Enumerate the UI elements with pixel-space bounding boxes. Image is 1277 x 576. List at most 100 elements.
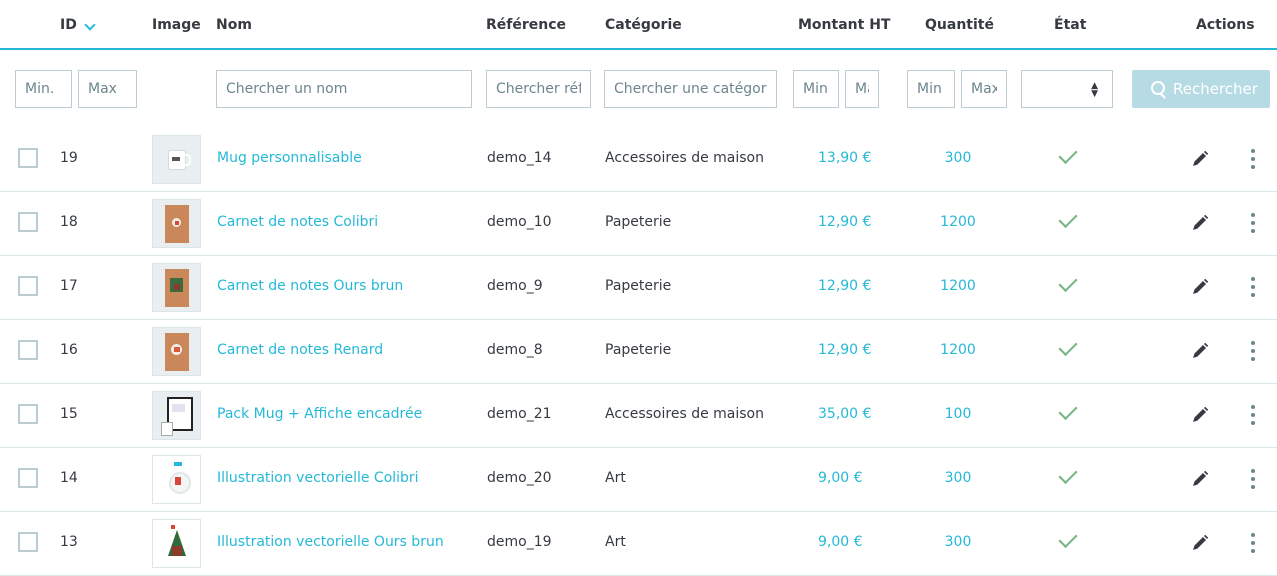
product-thumbnail[interactable] bbox=[152, 263, 201, 312]
product-list: 19 Mug personnalisable demo_14 Accessoir… bbox=[0, 128, 1277, 576]
product-quantity[interactable]: 1200 bbox=[939, 278, 977, 294]
product-thumbnail[interactable] bbox=[152, 327, 201, 376]
product-price[interactable]: 9,00 € bbox=[818, 470, 863, 486]
product-quantity[interactable]: 100 bbox=[939, 406, 977, 422]
product-thumbnail[interactable] bbox=[152, 199, 201, 248]
product-price[interactable]: 9,00 € bbox=[818, 534, 863, 550]
product-reference: demo_14 bbox=[487, 150, 552, 166]
product-id: 14 bbox=[60, 470, 78, 486]
id-max-input[interactable] bbox=[78, 70, 137, 108]
more-actions-icon[interactable] bbox=[1250, 469, 1256, 491]
status-filter-select[interactable]: ▲ ▼ bbox=[1021, 70, 1113, 108]
product-reference: demo_10 bbox=[487, 214, 552, 230]
product-name-link[interactable]: Carnet de notes Renard bbox=[217, 342, 383, 358]
more-actions-icon[interactable] bbox=[1250, 405, 1256, 427]
id-min-input[interactable] bbox=[15, 70, 72, 108]
column-header-quantity[interactable]: Quantité bbox=[925, 17, 994, 33]
product-quantity[interactable]: 300 bbox=[939, 470, 977, 486]
qty-min-input[interactable] bbox=[907, 70, 955, 108]
table-row: 18 Carnet de notes Colibri demo_10 Papet… bbox=[0, 192, 1277, 256]
column-header-id[interactable]: ID bbox=[60, 17, 77, 33]
product-thumbnail[interactable] bbox=[152, 455, 201, 504]
product-price[interactable]: 12,90 € bbox=[818, 214, 871, 230]
product-name-link[interactable]: Illustration vectorielle Ours brun bbox=[217, 534, 444, 550]
product-category: Papeterie bbox=[605, 342, 672, 358]
more-actions-icon[interactable] bbox=[1250, 213, 1256, 235]
product-name-link[interactable]: Pack Mug + Affiche encadrée bbox=[217, 406, 422, 422]
product-id: 19 bbox=[60, 150, 78, 166]
product-id: 18 bbox=[60, 214, 78, 230]
product-name-link[interactable]: Illustration vectorielle Colibri bbox=[217, 470, 419, 486]
product-name-link[interactable]: Carnet de notes Colibri bbox=[217, 214, 378, 230]
pencil-icon[interactable] bbox=[1190, 341, 1210, 361]
row-checkbox[interactable] bbox=[18, 468, 38, 488]
search-button[interactable]: Rechercher bbox=[1132, 70, 1270, 108]
pencil-icon[interactable] bbox=[1190, 277, 1210, 297]
product-price[interactable]: 12,90 € bbox=[818, 342, 871, 358]
check-icon[interactable] bbox=[1058, 336, 1078, 357]
product-id: 16 bbox=[60, 342, 78, 358]
row-checkbox[interactable] bbox=[18, 340, 38, 360]
more-actions-icon[interactable] bbox=[1250, 149, 1256, 171]
product-price[interactable]: 13,90 € bbox=[818, 150, 871, 166]
product-reference: demo_8 bbox=[487, 342, 543, 358]
pencil-icon[interactable] bbox=[1190, 213, 1210, 233]
column-header-category[interactable]: Catégorie bbox=[605, 17, 682, 33]
row-checkbox[interactable] bbox=[18, 276, 38, 296]
product-category: Accessoires de maison bbox=[605, 406, 764, 422]
filter-row: ▲▼ Rechercher bbox=[0, 50, 1277, 128]
name-filter-input[interactable] bbox=[216, 70, 472, 108]
select-arrows-icon: ▲ ▼ bbox=[1091, 81, 1098, 99]
product-quantity[interactable]: 300 bbox=[939, 150, 977, 166]
product-quantity[interactable]: 1200 bbox=[939, 342, 977, 358]
column-header-reference[interactable]: Référence bbox=[486, 17, 566, 33]
product-id: 15 bbox=[60, 406, 78, 422]
product-reference: demo_9 bbox=[487, 278, 543, 294]
product-category: Papeterie bbox=[605, 278, 672, 294]
reference-filter-input[interactable] bbox=[486, 70, 591, 108]
pencil-icon[interactable] bbox=[1190, 469, 1210, 489]
check-icon[interactable] bbox=[1058, 208, 1078, 229]
pencil-icon[interactable] bbox=[1190, 149, 1210, 169]
row-checkbox[interactable] bbox=[18, 212, 38, 232]
more-actions-icon[interactable] bbox=[1250, 341, 1256, 363]
price-min-input[interactable] bbox=[793, 70, 839, 108]
price-max-input[interactable] bbox=[845, 70, 879, 108]
product-category: Accessoires de maison bbox=[605, 150, 764, 166]
row-checkbox[interactable] bbox=[18, 532, 38, 552]
check-icon[interactable] bbox=[1058, 272, 1078, 293]
row-checkbox[interactable] bbox=[18, 148, 38, 168]
check-icon[interactable] bbox=[1058, 144, 1078, 165]
qty-max-input[interactable] bbox=[961, 70, 1007, 108]
product-name-link[interactable]: Carnet de notes Ours brun bbox=[217, 278, 403, 294]
category-filter-input[interactable] bbox=[604, 70, 777, 108]
product-name-link[interactable]: Mug personnalisable bbox=[217, 150, 362, 166]
pencil-icon[interactable] bbox=[1190, 405, 1210, 425]
check-icon[interactable] bbox=[1058, 464, 1078, 485]
product-quantity[interactable]: 300 bbox=[939, 534, 977, 550]
product-thumbnail[interactable] bbox=[152, 135, 201, 184]
check-icon[interactable] bbox=[1058, 528, 1078, 549]
product-thumbnail[interactable] bbox=[152, 391, 201, 440]
product-quantity[interactable]: 1200 bbox=[939, 214, 977, 230]
product-thumbnail[interactable] bbox=[152, 519, 201, 568]
product-category: Art bbox=[605, 470, 626, 486]
product-price[interactable]: 12,90 € bbox=[818, 278, 871, 294]
chevron-down-icon[interactable] bbox=[84, 19, 96, 31]
more-actions-icon[interactable] bbox=[1250, 277, 1256, 299]
table-row: 19 Mug personnalisable demo_14 Accessoir… bbox=[0, 128, 1277, 192]
more-actions-icon[interactable] bbox=[1250, 533, 1256, 555]
product-category: Papeterie bbox=[605, 214, 672, 230]
table-header: ID Image Nom Référence Catégorie Montant… bbox=[0, 0, 1277, 50]
product-id: 17 bbox=[60, 278, 78, 294]
check-icon[interactable] bbox=[1058, 400, 1078, 421]
search-icon bbox=[1151, 81, 1165, 95]
pencil-icon[interactable] bbox=[1190, 533, 1210, 553]
product-category: Art bbox=[605, 534, 626, 550]
column-header-name[interactable]: Nom bbox=[216, 17, 252, 33]
product-id: 13 bbox=[60, 534, 78, 550]
product-price[interactable]: 35,00 € bbox=[818, 406, 871, 422]
row-checkbox[interactable] bbox=[18, 404, 38, 424]
column-header-status[interactable]: État bbox=[1054, 17, 1086, 33]
column-header-price[interactable]: Montant HT bbox=[798, 17, 890, 33]
